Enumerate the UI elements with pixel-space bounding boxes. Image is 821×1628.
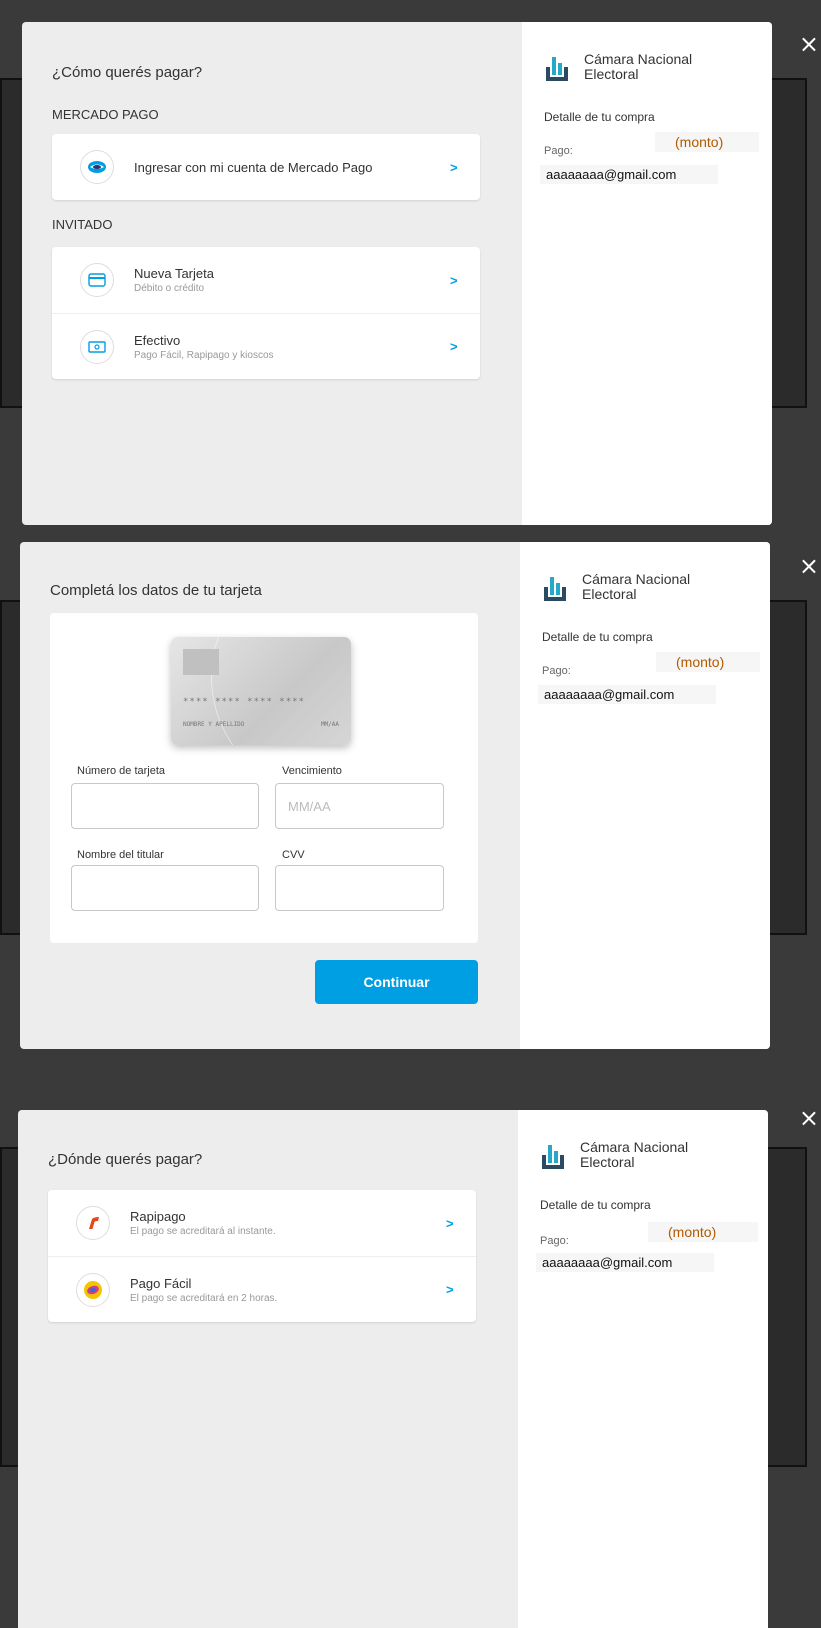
monto-value: (monto) bbox=[655, 132, 759, 152]
guest-options-card: Nueva Tarjeta Débito o crédito > Efectiv… bbox=[52, 247, 480, 379]
card-form: **** **** **** **** NOMBRE Y APELLIDO MM… bbox=[50, 613, 478, 943]
checkout-modal: ¿Cómo querés pagar? MERCADO PAGO Ingresa… bbox=[22, 22, 772, 525]
page-title: Completá los datos de tu tarjeta bbox=[50, 582, 262, 599]
pago-label: Pago: bbox=[540, 1235, 569, 1247]
merchant-brand: Cámara Nacional Electoral bbox=[542, 572, 690, 602]
detail-title: Detalle de tu compra bbox=[544, 110, 655, 124]
holder-name-input[interactable] bbox=[71, 865, 259, 911]
page-title: ¿Cómo querés pagar? bbox=[52, 64, 203, 81]
chevron-right-icon: > bbox=[450, 159, 458, 175]
checkout-modal: Completá los datos de tu tarjeta **** **… bbox=[20, 542, 770, 1049]
order-summary: Cámara Nacional Electoral Detalle de tu c… bbox=[520, 542, 770, 1049]
pago-label: Pago: bbox=[544, 145, 573, 157]
screenshot-payment-method: × ¿Cómo querés pagar? MERCADO PAGO Ingre… bbox=[0, 0, 821, 530]
merchant-name-line2: Electoral bbox=[584, 66, 639, 82]
merchant-name-line1: Cámara Nacional bbox=[580, 1139, 689, 1155]
merchant-brand: Cámara Nacional Electoral bbox=[544, 52, 692, 82]
merchant-name-line1: Cámara Nacional bbox=[582, 571, 691, 587]
building-icon bbox=[544, 577, 566, 601]
payer-email: aaaaaaaa@gmail.com bbox=[540, 165, 718, 184]
chevron-right-icon: > bbox=[446, 1215, 454, 1231]
option-rapipago[interactable]: Rapipago El pago se acreditará al instan… bbox=[48, 1190, 476, 1256]
building-icon bbox=[542, 1145, 564, 1169]
cvv-input[interactable] bbox=[275, 865, 444, 911]
merchant-name-line1: Cámara Nacional bbox=[584, 51, 693, 67]
option-title: Efectivo bbox=[134, 332, 181, 348]
screenshot-card-form: × Completá los datos de tu tarjeta **** … bbox=[0, 530, 821, 1070]
cash-options-card: Rapipago El pago se acreditará al instan… bbox=[48, 1190, 476, 1322]
rapipago-logo-icon bbox=[76, 1206, 110, 1240]
option-title: Ingresar con mi cuenta de Mercado Pago bbox=[134, 159, 373, 175]
mercado-pago-card: Ingresar con mi cuenta de Mercado Pago > bbox=[52, 134, 480, 200]
close-icon[interactable]: × bbox=[799, 1106, 819, 1130]
continue-button[interactable]: Continuar bbox=[315, 960, 478, 1004]
close-icon[interactable]: × bbox=[799, 554, 819, 578]
checkout-main: ¿Dónde querés pagar? Rapipago El pago se… bbox=[18, 1110, 518, 1628]
merchant-brand: Cámara Nacional Electoral bbox=[540, 1140, 688, 1170]
option-nueva-tarjeta[interactable]: Nueva Tarjeta Débito o crédito > bbox=[52, 247, 480, 313]
detail-title: Detalle de tu compra bbox=[540, 1198, 651, 1212]
option-subtitle: Pago Fácil, Rapipago y kioscos bbox=[134, 349, 274, 361]
credit-card-icon bbox=[80, 263, 114, 297]
cash-icon bbox=[80, 329, 114, 364]
chevron-right-icon: > bbox=[446, 1282, 454, 1297]
option-title: Pago Fácil bbox=[130, 1275, 192, 1291]
order-summary: Cámara Nacional Electoral Detalle de tu c… bbox=[522, 22, 772, 525]
card-decoration bbox=[211, 637, 351, 745]
checkout-modal: ¿Dónde querés pagar? Rapipago El pago se… bbox=[18, 1110, 768, 1628]
chevron-right-icon: > bbox=[450, 339, 458, 354]
monto-value: (monto) bbox=[648, 1222, 758, 1242]
pago-label: Pago: bbox=[542, 665, 571, 677]
building-icon bbox=[546, 57, 568, 81]
card-number-label: Número de tarjeta bbox=[77, 765, 166, 777]
section-invitado: INVITADO bbox=[52, 217, 113, 232]
checkout-main: Completá los datos de tu tarjeta **** **… bbox=[20, 542, 520, 1049]
option-pago-facil[interactable]: Pago Fácil El pago se acreditará en 2 ho… bbox=[48, 1256, 476, 1322]
card-preview-number: **** **** **** **** bbox=[183, 697, 305, 707]
card-preview: **** **** **** **** NOMBRE Y APELLIDO MM… bbox=[171, 637, 351, 745]
detail-title: Detalle de tu compra bbox=[542, 630, 653, 644]
option-subtitle: El pago se acreditará en 2 horas. bbox=[130, 1292, 278, 1304]
expiry-label: Vencimiento bbox=[282, 765, 342, 777]
cvv-label: CVV bbox=[282, 849, 305, 861]
mercado-pago-login-option[interactable]: Ingresar con mi cuenta de Mercado Pago > bbox=[52, 134, 480, 200]
section-mercado-pago: MERCADO PAGO bbox=[52, 107, 159, 122]
option-efectivo[interactable]: Efectivo Pago Fácil, Rapipago y kioscos … bbox=[52, 313, 480, 379]
card-preview-name: NOMBRE Y APELLIDO bbox=[183, 721, 245, 728]
order-summary: Cámara Nacional Electoral Detalle de tu c… bbox=[518, 1110, 768, 1628]
option-title: Rapipago bbox=[130, 1209, 186, 1224]
close-icon[interactable]: × bbox=[799, 32, 819, 56]
option-subtitle: El pago se acreditará al instante. bbox=[130, 1226, 276, 1237]
handshake-icon bbox=[80, 150, 114, 184]
checkout-main: ¿Cómo querés pagar? MERCADO PAGO Ingresa… bbox=[22, 22, 522, 525]
option-title: Nueva Tarjeta bbox=[134, 266, 214, 281]
merchant-name-line2: Electoral bbox=[582, 586, 637, 602]
merchant-name-line2: Electoral bbox=[580, 1154, 635, 1170]
chevron-right-icon: > bbox=[450, 272, 458, 288]
card-number-input[interactable] bbox=[71, 783, 259, 829]
holder-name-label: Nombre del titular bbox=[77, 849, 164, 861]
page-title: ¿Dónde querés pagar? bbox=[48, 1151, 203, 1168]
monto-value: (monto) bbox=[656, 652, 760, 672]
pagofacil-logo-icon bbox=[76, 1272, 110, 1307]
card-preview-expiry: MM/AA bbox=[320, 721, 339, 728]
payer-email: aaaaaaaa@gmail.com bbox=[536, 1253, 714, 1272]
card-chip bbox=[183, 649, 219, 675]
screenshot-cash-location: × ¿Dónde querés pagar? Rapipago El pago … bbox=[0, 1070, 821, 1628]
expiry-input[interactable] bbox=[275, 783, 444, 829]
payer-email: aaaaaaaa@gmail.com bbox=[538, 685, 716, 704]
option-subtitle: Débito o crédito bbox=[134, 283, 205, 294]
